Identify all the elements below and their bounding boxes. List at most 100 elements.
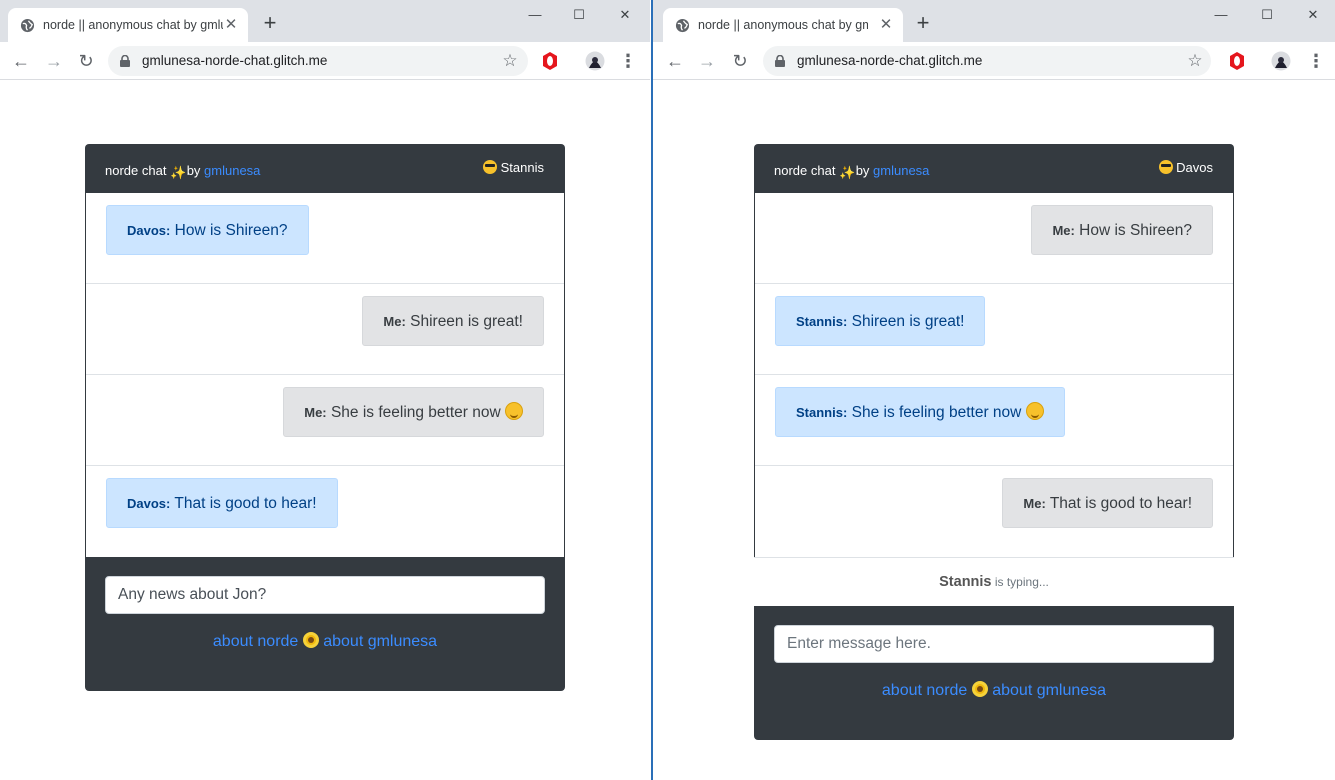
about-norde-link[interactable]: about norde bbox=[213, 633, 298, 650]
message-bubble-incoming: Davos: That is good to hear! bbox=[106, 478, 338, 528]
message-sender: Stannis: bbox=[796, 405, 848, 420]
message-input[interactable] bbox=[105, 576, 545, 614]
author-link[interactable]: gmlunesa bbox=[873, 163, 929, 178]
sunflower-icon bbox=[302, 632, 319, 648]
smiling-face-icon bbox=[505, 402, 523, 420]
close-icon[interactable]: ✕ bbox=[877, 16, 895, 34]
message-row: Me: That is good to hear! bbox=[755, 466, 1233, 557]
avatar-icon[interactable] bbox=[1271, 51, 1291, 71]
window-close-icon[interactable]: ✕ bbox=[602, 0, 648, 30]
plus-icon[interactable]: + bbox=[258, 12, 282, 36]
message-text: How is Shireen? bbox=[1079, 222, 1192, 239]
typing-user: Stannis bbox=[939, 574, 992, 590]
current-user: Stannis bbox=[483, 160, 544, 175]
message-row: Stannis: She is feeling better now bbox=[755, 375, 1233, 466]
message-row: Stannis: Shireen is great! bbox=[755, 284, 1233, 375]
message-text: That is good to hear! bbox=[174, 495, 317, 512]
message-sender: Davos: bbox=[127, 223, 171, 238]
message-bubble-outgoing: Me: Shireen is great! bbox=[362, 296, 544, 346]
sparkles-icon: ✨ bbox=[170, 165, 187, 180]
address-bar[interactable]: gmlunesa-norde-chat.glitch.me ☆ bbox=[763, 46, 1211, 76]
tab-strip: norde || anonymous chat by gmlunesa ✕ + … bbox=[0, 0, 650, 42]
star-icon[interactable]: ☆ bbox=[500, 51, 520, 71]
about-author-link[interactable]: about gmlunesa bbox=[992, 682, 1106, 699]
plus-icon[interactable]: + bbox=[911, 12, 935, 36]
browser-toolbar: ← → ↻ gmlunesa-norde-chat.glitch.me ☆ ⋮ bbox=[0, 42, 650, 80]
kebab-menu-icon[interactable]: ⋮ bbox=[619, 50, 637, 74]
typing-text: is typing... bbox=[994, 575, 1049, 589]
arrow-left-icon[interactable]: ← bbox=[662, 48, 688, 74]
maximize-icon[interactable]: ☐ bbox=[556, 0, 602, 30]
url-text: gmlunesa-norde-chat.glitch.me bbox=[797, 53, 983, 68]
about-norde-link[interactable]: about norde bbox=[882, 682, 967, 699]
composer: about norde about gmlunesa bbox=[754, 606, 1234, 740]
address-bar[interactable]: gmlunesa-norde-chat.glitch.me ☆ bbox=[108, 46, 528, 76]
lock-icon bbox=[775, 55, 785, 67]
arrow-right-icon[interactable]: → bbox=[694, 48, 720, 74]
current-user: Davos bbox=[1158, 160, 1213, 175]
tab-strip: norde || anonymous chat by gmlunesa ✕ + … bbox=[653, 0, 1335, 42]
message-list: Me: How is Shireen? Stannis: Shireen is … bbox=[754, 193, 1234, 557]
tab-title: norde || anonymous chat by gmlunesa bbox=[698, 18, 868, 32]
message-row: Davos: How is Shireen? bbox=[86, 193, 564, 284]
chat-header: norde chat ✨ by gmlunesa Stannis bbox=[85, 144, 565, 193]
message-bubble-incoming: Stannis: She is feeling better now bbox=[775, 387, 1065, 437]
message-sender: Me: bbox=[1052, 223, 1075, 238]
reload-icon[interactable]: ↻ bbox=[73, 48, 99, 74]
reload-icon[interactable]: ↻ bbox=[727, 48, 753, 74]
footer-links: about norde about gmlunesa bbox=[105, 632, 545, 651]
message-sender: Davos: bbox=[127, 496, 171, 511]
author-link[interactable]: gmlunesa bbox=[204, 163, 260, 178]
message-text: Shireen is great! bbox=[851, 313, 965, 330]
message-text: That is good to hear! bbox=[1049, 495, 1192, 512]
minimize-icon[interactable]: — bbox=[512, 0, 558, 30]
window-close-icon[interactable]: ✕ bbox=[1290, 0, 1335, 30]
message-row: Me: How is Shireen? bbox=[755, 193, 1233, 284]
message-bubble-outgoing: Me: That is good to hear! bbox=[1002, 478, 1213, 528]
chat-card: norde chat ✨ by gmlunesa Davos Me: How i… bbox=[754, 144, 1234, 740]
arrow-right-icon[interactable]: → bbox=[41, 48, 67, 74]
minimize-icon[interactable]: — bbox=[1198, 0, 1244, 30]
browser-window-left: norde || anonymous chat by gmlunesa ✕ + … bbox=[0, 0, 650, 780]
about-author-link[interactable]: about gmlunesa bbox=[323, 633, 437, 650]
tab-title: norde || anonymous chat by gmlunesa bbox=[43, 18, 223, 32]
opera-icon[interactable] bbox=[1227, 51, 1247, 71]
globe-icon bbox=[20, 18, 35, 33]
opera-icon[interactable] bbox=[540, 51, 560, 71]
current-user-name: Davos bbox=[1176, 160, 1213, 175]
message-bubble-outgoing: Me: She is feeling better now bbox=[283, 387, 544, 437]
brand: norde chat ✨ by gmlunesa bbox=[105, 163, 260, 179]
sunflower-icon bbox=[971, 681, 988, 697]
message-bubble-outgoing: Me: How is Shireen? bbox=[1031, 205, 1213, 255]
star-icon[interactable]: ☆ bbox=[1185, 51, 1205, 71]
message-text: Shireen is great! bbox=[410, 313, 523, 330]
message-input[interactable] bbox=[774, 625, 1214, 663]
brand-name: norde chat bbox=[105, 163, 167, 178]
maximize-icon[interactable]: ☐ bbox=[1244, 0, 1290, 30]
brand: norde chat ✨ by gmlunesa bbox=[774, 163, 929, 179]
kebab-menu-icon[interactable]: ⋮ bbox=[1307, 50, 1325, 74]
browser-window-right: norde || anonymous chat by gmlunesa ✕ + … bbox=[651, 0, 1335, 780]
avatar-icon[interactable] bbox=[585, 51, 605, 71]
message-bubble-incoming: Stannis: Shireen is great! bbox=[775, 296, 986, 346]
smiling-face-icon bbox=[1025, 402, 1044, 420]
message-sender: Me: bbox=[383, 314, 406, 329]
current-user-name: Stannis bbox=[500, 160, 544, 175]
browser-toolbar: ← → ↻ gmlunesa-norde-chat.glitch.me ☆ ⋮ bbox=[653, 42, 1335, 80]
brand-by: by bbox=[855, 163, 870, 178]
message-row: Me: Shireen is great! bbox=[86, 284, 564, 375]
message-bubble-incoming: Davos: How is Shireen? bbox=[106, 205, 309, 255]
brand-by: by bbox=[186, 163, 201, 178]
chat-card: norde chat ✨ by gmlunesa Stannis Davos: … bbox=[85, 144, 565, 691]
browser-tab[interactable]: norde || anonymous chat by gmlunesa ✕ bbox=[663, 8, 903, 42]
arrow-left-icon[interactable]: ← bbox=[8, 48, 34, 74]
lock-icon bbox=[120, 55, 130, 67]
message-text: She is feeling better now bbox=[851, 404, 1022, 421]
footer-links: about norde about gmlunesa bbox=[774, 681, 1214, 700]
message-text: How is Shireen? bbox=[174, 222, 288, 239]
sunglasses-face-icon bbox=[1158, 160, 1173, 174]
browser-tab[interactable]: norde || anonymous chat by gmlunesa ✕ bbox=[8, 8, 248, 42]
url-text: gmlunesa-norde-chat.glitch.me bbox=[142, 53, 328, 68]
close-icon[interactable]: ✕ bbox=[222, 16, 240, 34]
message-sender: Stannis: bbox=[796, 314, 848, 329]
